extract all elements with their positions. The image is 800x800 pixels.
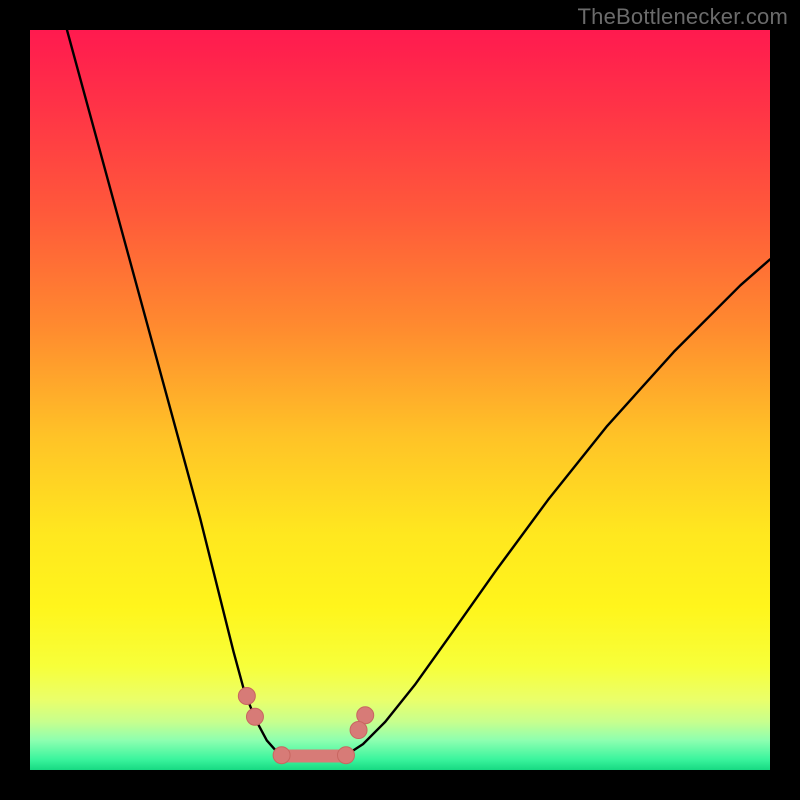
outer-frame: TheBottlenecker.com [0, 0, 800, 800]
plot-area [30, 30, 770, 770]
watermark-text: TheBottlenecker.com [578, 4, 788, 30]
heat-gradient [30, 30, 770, 770]
